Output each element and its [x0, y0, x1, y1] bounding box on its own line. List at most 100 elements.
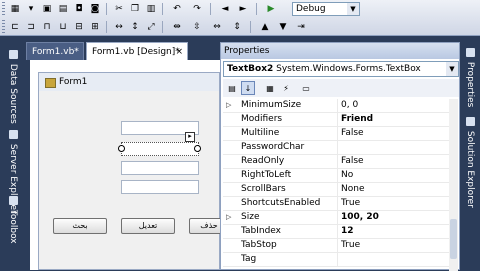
- tab-form1-code[interactable]: Form1.vb*: [26, 42, 84, 60]
- property-name: TabStop: [241, 239, 338, 252]
- bring-to-front-icon[interactable]: ▲: [258, 20, 272, 34]
- textbox-2-selected[interactable]: [121, 142, 199, 156]
- solution-configuration-combo[interactable]: Debug ▼: [292, 2, 360, 16]
- align-middles-icon[interactable]: ⊟: [72, 20, 86, 34]
- object-selector[interactable]: TextBox2 System.Windows.Forms.TextBox ▼: [223, 61, 459, 77]
- resize-handle-right[interactable]: [194, 145, 201, 152]
- new-project-icon[interactable]: ▦: [8, 2, 22, 16]
- alphabetical-icon[interactable]: ↓: [241, 81, 255, 95]
- start-icon[interactable]: ▶: [264, 2, 278, 16]
- tab-label: Form1.vb [Design]*: [92, 47, 180, 57]
- add-item-icon[interactable]: ▾: [24, 2, 38, 16]
- align-bottoms-icon[interactable]: ⊞: [88, 20, 102, 34]
- navigate-back-icon[interactable]: ◄: [218, 2, 232, 16]
- toolbar-grip[interactable]: [2, 2, 5, 16]
- send-to-back-icon[interactable]: ▼: [276, 20, 290, 34]
- property-value[interactable]: False: [341, 127, 449, 140]
- chevron-down-icon[interactable]: ▼: [446, 62, 458, 76]
- form1-designer-window[interactable]: Form1 ▸ بحث تعديل حذف: [38, 72, 229, 270]
- side-tab-label: Toolbox: [8, 209, 18, 244]
- center-horizontally-icon[interactable]: ⇔: [210, 20, 224, 34]
- property-row[interactable]: ▷ MinimumSize 0, 0: [223, 99, 449, 113]
- undo-icon[interactable]: ↶: [170, 2, 184, 16]
- property-value[interactable]: 100, 20: [341, 211, 449, 224]
- property-row[interactable]: RightToLeft No: [223, 169, 449, 183]
- property-name: Modifiers: [241, 113, 338, 126]
- copy-icon[interactable]: ❐: [128, 2, 142, 16]
- make-same-size-icon[interactable]: ⤢: [144, 20, 158, 34]
- toolbar-grip[interactable]: [2, 20, 5, 34]
- property-name: MinimumSize: [241, 99, 338, 112]
- properties-icon[interactable]: ▦: [263, 81, 277, 95]
- property-value[interactable]: No: [341, 169, 449, 182]
- property-row[interactable]: ShortcutsEnabled True: [223, 197, 449, 211]
- make-same-height-icon[interactable]: ↕: [128, 20, 142, 34]
- resize-handle-left[interactable]: [118, 145, 125, 152]
- align-centers-icon[interactable]: ⊐: [24, 20, 38, 34]
- tab-form1-design[interactable]: Form1.vb [Design]* ×: [86, 42, 188, 60]
- property-name: Multiline: [241, 127, 338, 140]
- property-pages-icon[interactable]: ▭: [299, 81, 313, 95]
- textbox-3[interactable]: [121, 161, 199, 175]
- property-value[interactable]: True: [341, 239, 449, 252]
- property-row[interactable]: PasswordChar: [223, 141, 449, 155]
- redo-icon[interactable]: ↷: [190, 2, 204, 16]
- horizontal-spacing-icon[interactable]: ⇹: [170, 20, 184, 34]
- side-tab-label: Properties: [465, 62, 475, 108]
- side-tab-server-explorer[interactable]: Server Explorer: [4, 130, 22, 214]
- solution-explorer-icon: [465, 116, 475, 126]
- property-row[interactable]: Tag: [223, 253, 449, 267]
- property-row[interactable]: TabIndex 12: [223, 225, 449, 239]
- form-titlebar[interactable]: Form1: [39, 73, 219, 91]
- property-value[interactable]: Friend: [341, 113, 449, 126]
- make-same-width-icon[interactable]: ↔: [112, 20, 126, 34]
- side-tab-properties[interactable]: Properties: [461, 46, 479, 110]
- save-icon[interactable]: ◘: [72, 2, 86, 16]
- navigate-forward-icon[interactable]: ►: [236, 2, 250, 16]
- property-row[interactable]: ▷ Size 100, 20: [223, 211, 449, 225]
- expand-icon[interactable]: ▷: [226, 99, 235, 112]
- main-toolbar: ▦ ▾ ▣ ▤ ◘ ◙ ✂ ❐ ▥ ↶ ↷ ◄ ► ▶ Debug ▼ ⊏ ⊐ …: [0, 0, 480, 36]
- properties-window: Properties TextBox2 System.Windows.Forms…: [220, 42, 460, 271]
- open-icon[interactable]: ▤: [56, 2, 70, 16]
- textbox-4[interactable]: [121, 180, 199, 194]
- property-value[interactable]: None: [341, 183, 449, 196]
- properties-title[interactable]: Properties: [221, 43, 459, 59]
- object-name: TextBox2: [227, 64, 274, 74]
- property-value[interactable]: 12: [341, 225, 449, 238]
- events-icon[interactable]: ⚡: [279, 81, 293, 95]
- add-item-icon[interactable]: ▣: [40, 2, 54, 16]
- cut-icon[interactable]: ✂: [112, 2, 126, 16]
- edit-button[interactable]: تعديل: [121, 218, 175, 234]
- align-lefts-icon[interactable]: ⊏: [8, 20, 22, 34]
- property-row[interactable]: Modifiers Friend: [223, 113, 449, 127]
- smart-tag-icon[interactable]: ▸: [185, 132, 195, 142]
- tab-order-icon[interactable]: ⇥: [294, 20, 308, 34]
- expand-icon[interactable]: ▷: [226, 211, 235, 224]
- chevron-down-icon[interactable]: ▼: [347, 3, 359, 15]
- left-tool-strip: Data Sources Server Explorer Toolbox: [0, 36, 26, 270]
- property-value[interactable]: False: [341, 155, 449, 168]
- align-rights-icon[interactable]: ⊓: [40, 20, 54, 34]
- paste-icon[interactable]: ▥: [144, 2, 158, 16]
- property-row[interactable]: ScrollBars None: [223, 183, 449, 197]
- property-grid: ▷ MinimumSize 0, 0 Modifiers Friend Multiline…: [223, 99, 449, 267]
- side-tab-toolbox[interactable]: Toolbox: [4, 196, 22, 244]
- scrollbar-thumb[interactable]: [450, 219, 457, 259]
- property-grid-scrollbar[interactable]: [449, 99, 458, 271]
- property-value[interactable]: 0, 0: [341, 99, 449, 112]
- property-row[interactable]: ReadOnly False: [223, 155, 449, 169]
- align-tops-icon[interactable]: ⊔: [56, 20, 70, 34]
- property-row[interactable]: Multiline False: [223, 127, 449, 141]
- center-vertically-icon[interactable]: ⇕: [230, 20, 244, 34]
- property-row[interactable]: TabStop True: [223, 239, 449, 253]
- side-tab-solution-explorer[interactable]: Solution Explorer: [461, 114, 479, 210]
- categorized-icon[interactable]: ▤: [225, 81, 239, 95]
- side-tab-data-sources[interactable]: Data Sources: [4, 46, 22, 128]
- properties-toolbar: ▤ ↓ ▦ ⚡ ▭: [223, 79, 459, 97]
- search-button[interactable]: بحث: [53, 218, 107, 234]
- save-all-icon[interactable]: ◙: [88, 2, 102, 16]
- property-value[interactable]: True: [341, 197, 449, 210]
- close-icon[interactable]: ×: [175, 43, 183, 61]
- vertical-spacing-icon[interactable]: ⇳: [190, 20, 204, 34]
